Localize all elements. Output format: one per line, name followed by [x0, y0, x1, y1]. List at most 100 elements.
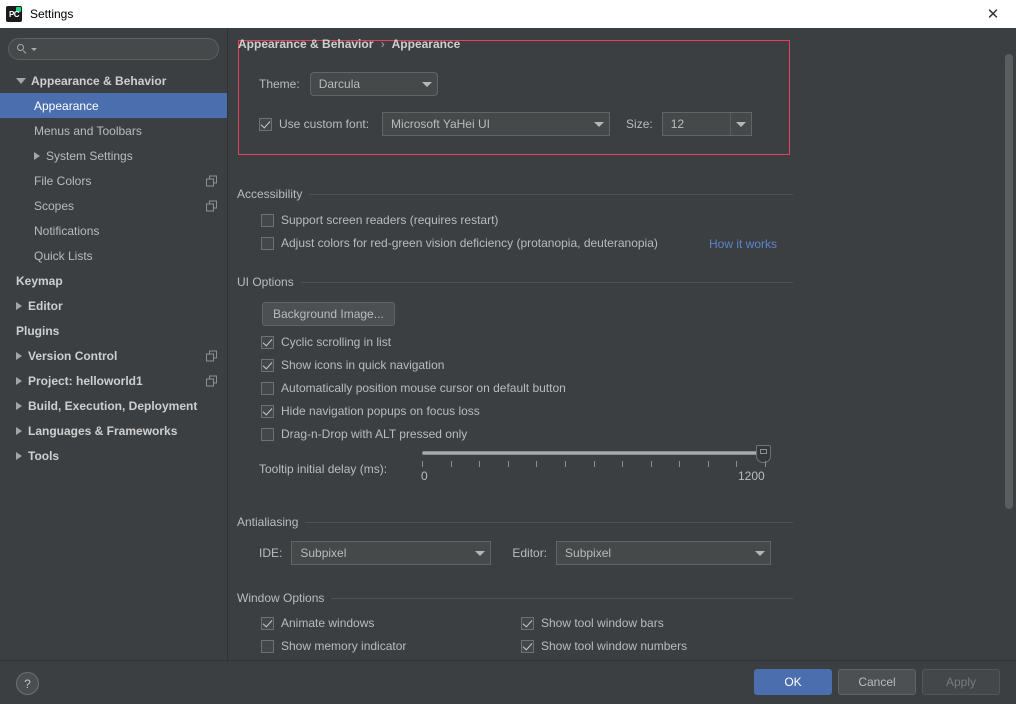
auto-position-cursor-checkbox[interactable]: Automatically position mouse cursor on d…	[261, 381, 566, 395]
show-tool-window-bars-label: Show tool window bars	[541, 616, 664, 630]
sidebar-item-plugins[interactable]: Plugins	[0, 318, 227, 343]
apply-button: Apply	[922, 669, 1000, 695]
chevron-down-icon[interactable]	[750, 542, 770, 564]
sidebar-item-file-colors[interactable]: File Colors	[0, 168, 227, 193]
checkbox-box	[261, 358, 274, 372]
editor-antialiasing-value: Subpixel	[565, 546, 612, 560]
chevron-right-icon[interactable]	[16, 301, 22, 310]
pycharm-logo-icon: PC	[6, 6, 22, 22]
show-tool-window-bars-checkbox[interactable]: Show tool window bars	[521, 616, 664, 630]
font-family-select[interactable]: Microsoft YaHei UI	[382, 112, 611, 136]
sidebar-item-version-control[interactable]: Version Control	[0, 343, 227, 368]
use-custom-font-label: Use custom font:	[279, 117, 370, 131]
search-container	[0, 28, 227, 66]
sidebar-item-keymap[interactable]: Keymap	[0, 268, 227, 293]
chevron-right-icon[interactable]	[34, 151, 40, 160]
search-input[interactable]	[37, 41, 210, 57]
sidebar-item-languages-frameworks[interactable]: Languages & Frameworks	[0, 418, 227, 443]
close-icon[interactable]: ✕	[970, 0, 1016, 27]
checkbox-box	[261, 236, 274, 250]
chevron-right-icon[interactable]	[16, 351, 22, 360]
checkbox-box	[259, 117, 272, 131]
hide-nav-popups-label: Hide navigation popups on focus loss	[281, 404, 480, 418]
antialiasing-group-header: Antialiasing	[237, 515, 793, 529]
copy-icon[interactable]	[206, 375, 217, 386]
content-scrollbar[interactable]	[1002, 28, 1015, 660]
chevron-down-icon[interactable]	[16, 77, 26, 84]
adjust-colors-checkbox[interactable]: Adjust colors for red-green vision defic…	[261, 236, 658, 250]
show-icons-quick-nav-checkbox[interactable]: Show icons in quick navigation	[261, 358, 444, 372]
slider-track[interactable]	[422, 451, 766, 455]
sidebar-item-scopes[interactable]: Scopes	[0, 193, 227, 218]
drag-n-drop-alt-label: Drag-n-Drop with ALT pressed only	[281, 427, 468, 441]
window-options-title: Window Options	[237, 591, 325, 605]
chevron-down-icon[interactable]	[589, 113, 609, 135]
sidebar-item-label: Languages & Frameworks	[28, 423, 178, 438]
copy-icon[interactable]	[206, 175, 217, 186]
sidebar-item-label: Keymap	[16, 273, 63, 288]
chevron-right-icon[interactable]	[16, 451, 22, 460]
search-icon	[17, 43, 30, 56]
drag-n-drop-alt-checkbox[interactable]: Drag-n-Drop with ALT pressed only	[261, 427, 467, 441]
sidebar-item-appearance-behavior[interactable]: Appearance & Behavior	[0, 68, 227, 93]
checkbox-box	[261, 335, 274, 349]
sidebar-item-label: Notifications	[34, 223, 100, 238]
show-icons-quick-nav-label: Show icons in quick navigation	[281, 358, 445, 372]
sidebar-item-quick-lists[interactable]: Quick Lists	[0, 243, 227, 268]
hide-nav-popups-checkbox[interactable]: Hide navigation popups on focus loss	[261, 404, 480, 418]
breadcrumb: Appearance & Behavior › Appearance	[238, 37, 460, 51]
animate-windows-checkbox[interactable]: Animate windows	[261, 616, 374, 630]
sidebar-item-label: System Settings	[46, 148, 133, 163]
show-tool-window-numbers-checkbox[interactable]: Show tool window numbers	[521, 639, 687, 653]
chevron-right-icon[interactable]	[16, 376, 22, 385]
search-box[interactable]	[8, 38, 219, 60]
sidebar-item-tools[interactable]: Tools	[0, 443, 227, 468]
sidebar-item-system-settings[interactable]: System Settings	[0, 143, 227, 168]
font-size-select[interactable]: 12	[661, 112, 752, 136]
ui-options-title: UI Options	[237, 275, 294, 289]
use-custom-font-checkbox[interactable]: Use custom font:	[259, 117, 369, 131]
breadcrumb-root[interactable]: Appearance & Behavior	[238, 37, 373, 51]
editor-antialiasing-select[interactable]: Subpixel	[556, 541, 772, 565]
chevron-down-icon[interactable]	[417, 73, 437, 95]
support-screen-readers-label: Support screen readers (requires restart…	[281, 213, 499, 227]
sidebar-item-editor[interactable]: Editor	[0, 293, 227, 318]
adjust-colors-label: Adjust colors for red-green vision defic…	[281, 236, 658, 250]
help-button[interactable]: ?	[16, 672, 39, 695]
checkbox-box	[521, 639, 534, 653]
theme-select[interactable]: Darcula	[309, 72, 438, 96]
tooltip-delay-slider[interactable]: 0 1200	[421, 445, 772, 491]
sidebar-item-label: Scopes	[34, 198, 75, 213]
ide-antialiasing-select[interactable]: Subpixel	[291, 541, 492, 565]
support-screen-readers-checkbox[interactable]: Support screen readers (requires restart…	[261, 213, 498, 227]
checkbox-box	[261, 404, 274, 418]
copy-icon[interactable]	[206, 350, 217, 361]
sidebar-item-label: Appearance & Behavior	[31, 73, 167, 88]
how-it-works-link[interactable]: How it works	[709, 237, 777, 251]
settings-content: Appearance & Behavior › Appearance Theme…	[229, 28, 1016, 660]
slider-min-label: 0	[421, 469, 428, 483]
chevron-down-icon[interactable]	[470, 542, 490, 564]
sidebar-item-notifications[interactable]: Notifications	[0, 218, 227, 243]
custom-font-row: Use custom font: Microsoft YaHei UI Size…	[259, 112, 752, 136]
editor-antialiasing-label: Editor:	[512, 546, 548, 560]
sidebar-item-menus-and-toolbars[interactable]: Menus and Toolbars	[0, 118, 227, 143]
copy-icon[interactable]	[206, 200, 217, 211]
slider-ticks	[422, 461, 766, 468]
sidebar-item-project-helloworld1[interactable]: Project: helloworld1	[0, 368, 227, 393]
divider	[331, 597, 793, 599]
chevron-right-icon[interactable]	[16, 401, 22, 410]
checkbox-box	[261, 213, 274, 227]
chevron-right-icon[interactable]	[16, 426, 22, 435]
cancel-button[interactable]: Cancel	[838, 669, 916, 695]
show-memory-indicator-checkbox[interactable]: Show memory indicator	[261, 639, 406, 653]
sidebar-item-appearance[interactable]: Appearance	[0, 93, 227, 118]
sidebar-item-label: Menus and Toolbars	[34, 123, 142, 138]
settings-tree: Appearance & Behavior Appearance Menus and…	[0, 66, 227, 468]
cyclic-scrolling-checkbox[interactable]: Cyclic scrolling in list	[261, 335, 391, 349]
sidebar-item-build-execution-deployment[interactable]: Build, Execution, Deployment	[0, 393, 227, 418]
chevron-down-icon[interactable]	[729, 113, 751, 135]
background-image-button[interactable]: Background Image...	[262, 302, 395, 326]
ok-button[interactable]: OK	[754, 669, 832, 695]
scrollbar-thumb[interactable]	[1005, 54, 1013, 509]
